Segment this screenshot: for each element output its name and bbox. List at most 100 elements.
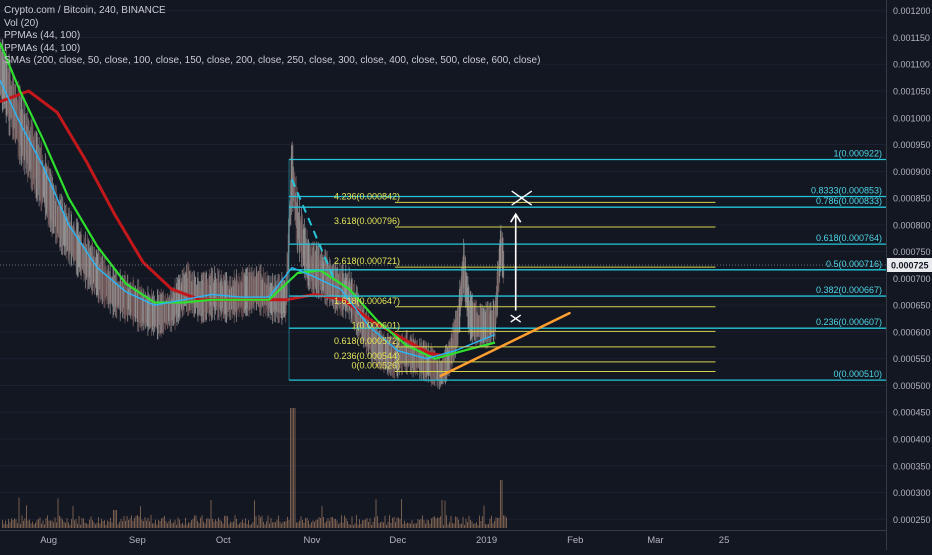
volume-bar — [158, 519, 159, 528]
volume-bar — [144, 517, 146, 528]
volume-bar — [426, 519, 428, 528]
volume-bar — [366, 518, 368, 528]
volume-bar — [422, 515, 423, 528]
volume-bar — [237, 524, 239, 528]
volume-bar — [213, 521, 215, 528]
volume-bar — [381, 521, 383, 528]
volume-bar — [453, 523, 455, 528]
volume-bar — [83, 518, 84, 528]
volume-bar — [156, 524, 158, 528]
volume-bar — [362, 520, 363, 528]
volume-bar — [285, 520, 287, 528]
volume-bar — [137, 515, 138, 528]
volume-bar — [425, 523, 426, 528]
time-axis-label: 2019 — [476, 535, 497, 546]
volume-bar — [455, 516, 456, 528]
legend-ppma-indicator[interactable]: PPMAs (44, 100) — [4, 30, 540, 43]
chart[interactable]: 1(0.000922) 0.8333(0.000853) 0.786(0.00083… — [0, 0, 932, 550]
volume-bar — [333, 519, 335, 528]
volume-bar — [36, 520, 38, 528]
volume-bar — [431, 518, 432, 528]
volume-bar — [500, 480, 501, 528]
volume-bar — [410, 523, 411, 528]
time-axis-label: Aug — [40, 535, 57, 546]
volume-bar — [119, 521, 120, 528]
volume-bar — [105, 524, 107, 528]
price-axis-label: 0.001000 — [893, 113, 931, 123]
volume-bar — [174, 519, 176, 528]
volume-bar — [23, 520, 24, 528]
price-axis-label: 0.000800 — [893, 220, 931, 230]
volume-bar — [435, 518, 437, 528]
price-axis-label: 0.001050 — [893, 87, 931, 97]
volume-bar — [161, 518, 162, 528]
volume-bar — [126, 516, 128, 528]
volume-bar — [35, 522, 36, 528]
volume-bar — [299, 520, 300, 528]
legend-symbol-title[interactable]: Crypto.com / Bitcoin, 240, BINANCE — [4, 5, 540, 18]
volume-bar — [368, 521, 369, 528]
volume-bar — [179, 519, 180, 528]
volume-bar — [132, 520, 134, 528]
volume-bar — [408, 523, 410, 528]
volume-bar — [14, 518, 15, 528]
volume-bar — [477, 524, 479, 528]
volume-bar — [302, 520, 303, 528]
volume-bar — [270, 517, 272, 528]
volume-bar — [257, 524, 258, 528]
volume-bar — [92, 520, 93, 528]
volume-bar — [176, 524, 177, 528]
volume-bar — [357, 524, 359, 528]
volume-bar — [254, 500, 255, 528]
volume-bar — [114, 510, 116, 528]
volume-bar — [68, 522, 69, 528]
volume-bar — [386, 524, 387, 528]
volume-bar — [483, 505, 485, 528]
volume-bar — [476, 522, 477, 528]
volume-bar — [390, 522, 392, 528]
volume-bar — [57, 498, 59, 528]
volume-bar — [42, 520, 44, 528]
legend-ppma-indicator-2[interactable]: PPMAs (44, 100) — [4, 43, 540, 56]
volume-bar — [437, 517, 438, 528]
volume-bar — [117, 524, 119, 528]
volume-bar — [87, 524, 89, 528]
volume-bar — [99, 523, 101, 528]
volume-bar — [93, 522, 95, 528]
volume-bar — [84, 522, 86, 528]
price-axis-label: 0.000500 — [893, 381, 931, 391]
volume-bar — [375, 499, 377, 528]
price-axis-label: 0.001200 — [893, 6, 931, 16]
time-axis-label: Dec — [389, 535, 406, 546]
fib-retracement-label: 0(0.000510) — [833, 369, 882, 379]
price-axis-label: 0.001150 — [893, 33, 930, 43]
legend-sma-indicator[interactable]: SMAs (200, close, 50, close, 100, close,… — [4, 55, 540, 68]
volume-bar — [443, 524, 444, 528]
volume-bar — [149, 521, 150, 528]
volume-bar — [143, 521, 144, 528]
volume-bar — [504, 515, 506, 528]
price-axis-label: 0.000450 — [893, 408, 931, 418]
volume-bar — [71, 519, 72, 528]
legend-volume-indicator[interactable]: Vol (20) — [4, 18, 540, 31]
volume-bar — [230, 521, 231, 528]
fib-retracement-label: 0.618(0.000764) — [816, 233, 882, 243]
volume-bar — [60, 517, 62, 528]
volume-bar — [338, 524, 339, 528]
volume-bar — [159, 521, 161, 528]
fib-extension-label: 0.236(0.000544) — [334, 351, 400, 361]
time-axis-label: Nov — [304, 535, 321, 546]
chart-canvas[interactable]: 1(0.000922) 0.8333(0.000853)0.786(0.00083… — [0, 0, 932, 550]
volume-bar — [405, 523, 407, 528]
volume-bar — [417, 519, 419, 528]
volume-bar — [279, 521, 281, 528]
time-axis-label: Mar — [647, 535, 663, 546]
volume-bar — [414, 523, 416, 528]
volume-bar — [281, 523, 282, 528]
volume-bar — [192, 518, 194, 528]
volume-bar — [212, 518, 213, 528]
volume-bar — [134, 517, 135, 528]
volume-bar — [206, 518, 207, 528]
volume-bar — [462, 516, 464, 528]
volume-bar — [107, 520, 108, 528]
